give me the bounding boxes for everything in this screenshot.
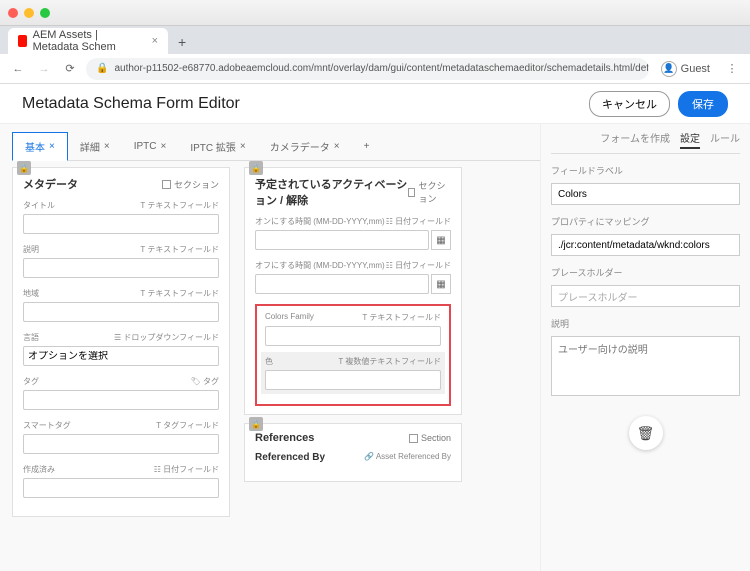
forward-button[interactable]: → bbox=[34, 59, 54, 79]
reload-button[interactable]: ⟳ bbox=[60, 59, 80, 79]
field-desc[interactable]: 説明T テキストフィールド bbox=[23, 244, 219, 278]
close-icon[interactable]: × bbox=[104, 141, 110, 152]
field-created[interactable]: 作成済み☷ 日付フィールド bbox=[23, 464, 219, 498]
tab-advanced[interactable]: 詳細 × bbox=[68, 133, 122, 160]
field-ontime[interactable]: オンにする時間 (MM-DD-YYYY,mm)☷ 日付フィールド▦ bbox=[255, 216, 451, 250]
tab-camera[interactable]: カメラデータ × bbox=[258, 133, 352, 160]
close-icon[interactable]: × bbox=[49, 141, 55, 152]
lock-icon: 🔒 bbox=[17, 161, 31, 175]
tag-icon: 🏷 bbox=[191, 377, 201, 386]
cancel-button[interactable]: キャンセル bbox=[589, 91, 670, 117]
guest-label: Guest bbox=[681, 63, 710, 75]
url-text: author-p11502-e68770.adobeaemcloud.com/m… bbox=[114, 63, 648, 74]
browser-tab-strip: AEM Assets | Metadata Schem × + bbox=[0, 26, 750, 54]
input-mapprop[interactable] bbox=[551, 234, 740, 256]
tab-basic[interactable]: 基本× bbox=[12, 132, 68, 161]
address-bar: ← → ⟳ 🔒 author-p11502-e68770.adobeaemclo… bbox=[0, 54, 750, 84]
field-colors-family[interactable]: Colors FamilyT テキストフィールド bbox=[265, 312, 441, 346]
references-panel: 🔒 References Section Referenced By🔗 Asse… bbox=[244, 423, 462, 482]
text-input[interactable] bbox=[23, 302, 219, 322]
new-tab-button[interactable]: + bbox=[174, 30, 190, 54]
lock-icon: 🔒 bbox=[96, 63, 108, 74]
save-button[interactable]: 保存 bbox=[678, 91, 728, 117]
activation-panel: 🔒 予定されているアクティベーション / 解除 セクション オンにする時間 (M… bbox=[244, 167, 462, 415]
tab-build-form[interactable]: フォームを作成 bbox=[600, 130, 670, 149]
field-region[interactable]: 地域T テキストフィールド bbox=[23, 288, 219, 322]
app-header: Metadata Schema Form Editor キャンセル 保存 bbox=[0, 84, 750, 124]
url-input[interactable]: 🔒 author-p11502-e68770.adobeaemcloud.com… bbox=[86, 58, 649, 80]
text-input[interactable] bbox=[23, 258, 219, 278]
section-title: References bbox=[255, 432, 314, 444]
properties-rail: フォームを作成 設定 ルール フィールドラベル プロパティにマッピング プレース… bbox=[540, 124, 750, 571]
textarea-desc[interactable] bbox=[551, 336, 740, 396]
close-icon[interactable]: × bbox=[334, 141, 340, 152]
field-lang[interactable]: 言語☰ ドロップダウンフィールドオプションを選択 bbox=[23, 332, 219, 366]
column-1: 🔒 メタデータ セクション タイトルT テキストフィールド 説明T テキストフィ… bbox=[12, 167, 230, 517]
menu-button[interactable]: ⋮ bbox=[722, 59, 742, 79]
add-tab-button[interactable]: + bbox=[352, 135, 382, 158]
section-checkbox[interactable]: セクション bbox=[408, 179, 451, 205]
section-title: 予定されているアクティベーション / 解除 bbox=[255, 176, 408, 208]
date-input[interactable] bbox=[255, 230, 429, 250]
section-checkbox[interactable]: Section bbox=[409, 433, 451, 443]
close-icon[interactable]: × bbox=[240, 141, 246, 152]
minimize-window-icon[interactable] bbox=[24, 8, 34, 18]
os-titlebar bbox=[0, 0, 750, 26]
lock-icon: 🔒 bbox=[249, 417, 263, 431]
field-smarttag[interactable]: スマートタグT タグフィールド bbox=[23, 420, 219, 454]
maximize-window-icon[interactable] bbox=[40, 8, 50, 18]
tab-iptc-ext[interactable]: IPTC 拡張 × bbox=[178, 133, 257, 160]
input-fieldlabel[interactable] bbox=[551, 183, 740, 205]
section-title: メタデータ bbox=[23, 176, 78, 192]
dropdown-input[interactable]: オプションを選択 bbox=[23, 346, 219, 366]
prop-label-fieldlabel: フィールドラベル bbox=[551, 164, 740, 177]
workspace: 基本× 詳細 × IPTC × IPTC 拡張 × カメラデータ × + 🔒 メ… bbox=[0, 124, 750, 571]
close-icon[interactable]: × bbox=[160, 141, 166, 152]
back-button[interactable]: ← bbox=[8, 59, 28, 79]
text-input[interactable] bbox=[23, 390, 219, 410]
field-colors[interactable]: 色T 複数値テキストフィールド bbox=[261, 352, 445, 394]
delete-button[interactable]: 🗑 bbox=[629, 416, 663, 450]
field-tag[interactable]: タグ🏷 タグ bbox=[23, 376, 219, 410]
prop-label-desc: 説明 bbox=[551, 317, 740, 330]
schema-tabs: 基本× 詳細 × IPTC × IPTC 拡張 × カメラデータ × + bbox=[12, 132, 540, 161]
lock-icon: 🔒 bbox=[249, 161, 263, 175]
avatar-icon: 👤 bbox=[661, 61, 677, 77]
column-2: 🔒 予定されているアクティベーション / 解除 セクション オンにする時間 (M… bbox=[244, 167, 462, 517]
adobe-favicon-icon bbox=[18, 35, 27, 47]
date-input[interactable] bbox=[23, 478, 219, 498]
rail-tabs: フォームを作成 設定 ルール bbox=[551, 130, 740, 154]
link-icon: 🔗 bbox=[364, 452, 374, 461]
text-input[interactable] bbox=[265, 370, 441, 390]
calendar-icon[interactable]: ▦ bbox=[431, 274, 451, 294]
tab-rules[interactable]: ルール bbox=[710, 130, 740, 149]
input-placeholder[interactable] bbox=[551, 285, 740, 307]
close-tab-icon[interactable]: × bbox=[152, 35, 158, 47]
metadata-panel: 🔒 メタデータ セクション タイトルT テキストフィールド 説明T テキストフィ… bbox=[12, 167, 230, 517]
field-offtime[interactable]: オフにする時間 (MM-DD-YYYY,mm)☷ 日付フィールド▦ bbox=[255, 260, 451, 294]
text-input[interactable] bbox=[265, 326, 441, 346]
field-referenced-by[interactable]: Referenced By🔗 Asset Referenced By bbox=[255, 452, 451, 463]
text-input[interactable] bbox=[23, 214, 219, 234]
trash-icon: 🗑 bbox=[637, 425, 655, 442]
text-input[interactable] bbox=[23, 434, 219, 454]
guest-profile[interactable]: 👤 Guest bbox=[655, 61, 716, 77]
field-title[interactable]: タイトルT テキストフィールド bbox=[23, 200, 219, 234]
prop-label-mapprop: プロパティにマッピング bbox=[551, 215, 740, 228]
close-window-icon[interactable] bbox=[8, 8, 18, 18]
canvas: 基本× 詳細 × IPTC × IPTC 拡張 × カメラデータ × + 🔒 メ… bbox=[0, 124, 540, 571]
browser-tab[interactable]: AEM Assets | Metadata Schem × bbox=[8, 28, 168, 54]
tab-settings[interactable]: 設定 bbox=[680, 130, 700, 149]
calendar-icon[interactable]: ▦ bbox=[431, 230, 451, 250]
tab-iptc[interactable]: IPTC × bbox=[122, 135, 179, 158]
tab-title: AEM Assets | Metadata Schem bbox=[33, 29, 142, 53]
prop-label-placeholder: プレースホルダー bbox=[551, 266, 740, 279]
page-title: Metadata Schema Form Editor bbox=[22, 95, 240, 113]
selected-fields-highlight: Colors FamilyT テキストフィールド 色T 複数値テキストフィールド bbox=[255, 304, 451, 406]
section-checkbox[interactable]: セクション bbox=[162, 178, 219, 191]
date-input[interactable] bbox=[255, 274, 429, 294]
